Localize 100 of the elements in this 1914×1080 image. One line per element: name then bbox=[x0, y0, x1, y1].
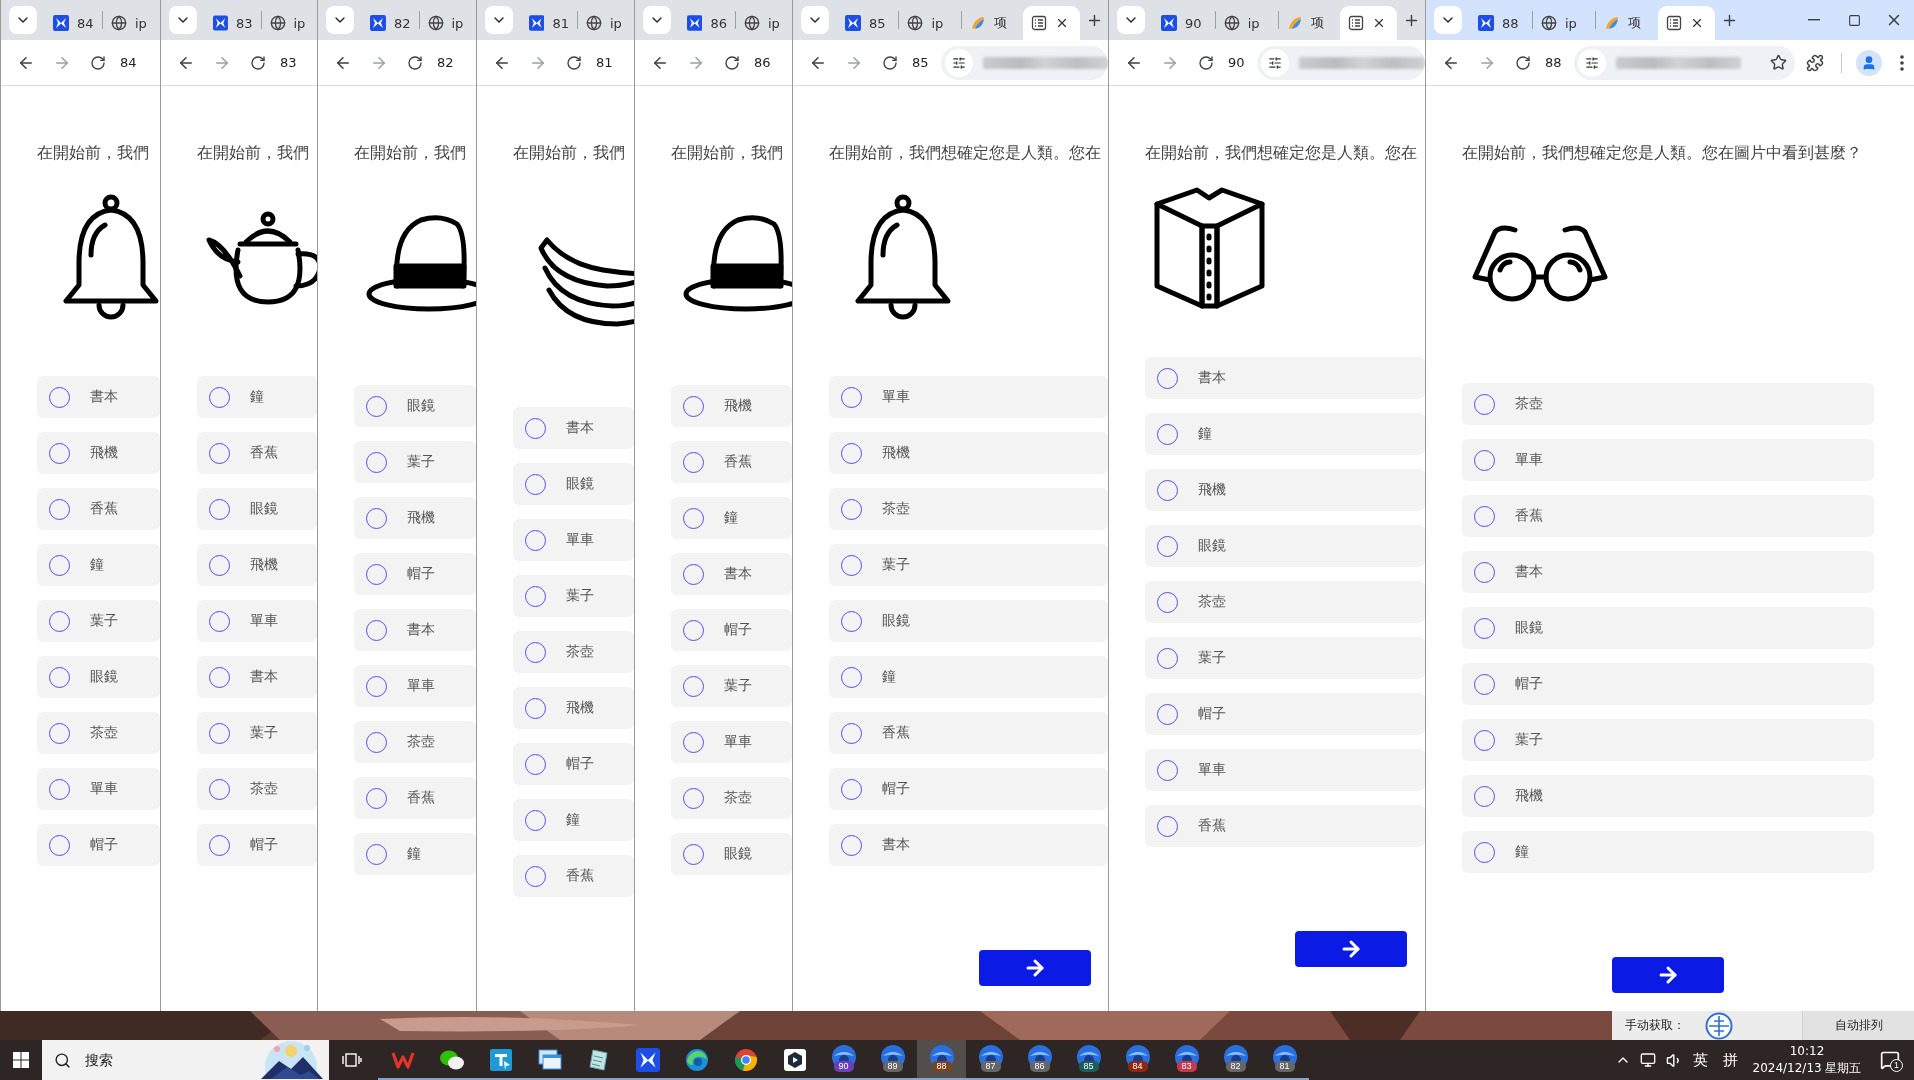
browser-profile-button[interactable]: 81 bbox=[1260, 1040, 1309, 1080]
answer-option[interactable]: 鐘 bbox=[1462, 831, 1874, 873]
browser-tab[interactable]: ip bbox=[578, 6, 634, 40]
answer-option[interactable]: 書本 bbox=[1462, 551, 1874, 593]
browser-profile-button[interactable]: 85 bbox=[1064, 1040, 1113, 1080]
answer-option[interactable]: 葉子 bbox=[1462, 719, 1874, 761]
answer-option[interactable]: 眼鏡 bbox=[1145, 525, 1425, 567]
browser-tab[interactable]: 83 bbox=[205, 6, 261, 40]
answer-option[interactable]: 單車 bbox=[1145, 749, 1425, 791]
answer-option[interactable]: 帽子 bbox=[197, 824, 317, 866]
answer-option[interactable]: 葉子 bbox=[513, 575, 634, 617]
answer-option[interactable]: 眼鏡 bbox=[671, 833, 792, 875]
browser-tab[interactable]: ip bbox=[261, 6, 317, 40]
answer-option[interactable]: 鐘 bbox=[829, 656, 1108, 698]
answer-option[interactable]: 茶壺 bbox=[671, 777, 792, 819]
answer-option[interactable]: 書本 bbox=[671, 553, 792, 595]
answer-option[interactable]: 香蕉 bbox=[197, 432, 317, 474]
arrange-button[interactable]: 自动排列 bbox=[1802, 1011, 1914, 1040]
answer-option[interactable]: 眼鏡 bbox=[354, 385, 476, 427]
tab-search-button[interactable] bbox=[1117, 6, 1145, 34]
browser-tab[interactable]: 90 bbox=[1153, 6, 1215, 40]
answer-option[interactable]: 單車 bbox=[354, 665, 476, 707]
site-info-button[interactable] bbox=[1260, 48, 1289, 77]
answer-option[interactable]: 茶壺 bbox=[354, 721, 476, 763]
browser-tab[interactable]: 86 bbox=[679, 6, 735, 40]
answer-option[interactable]: 鐘 bbox=[513, 799, 634, 841]
input-mode-button[interactable]: 拼 bbox=[1718, 1040, 1742, 1080]
answer-option[interactable]: 飛機 bbox=[354, 497, 476, 539]
answer-option[interactable]: 茶壺 bbox=[1462, 383, 1874, 425]
answer-option[interactable]: 香蕉 bbox=[1462, 495, 1874, 537]
answer-option[interactable]: 帽子 bbox=[829, 768, 1108, 810]
next-button[interactable] bbox=[1295, 931, 1407, 967]
browser-profile-button[interactable]: 86 bbox=[1015, 1040, 1064, 1080]
answer-option[interactable]: 書本 bbox=[1145, 357, 1425, 399]
browser-tab[interactable]: 81 bbox=[521, 6, 577, 40]
browser-tab[interactable]: ip bbox=[419, 6, 476, 40]
answer-option[interactable]: 茶壺 bbox=[829, 488, 1108, 530]
next-button[interactable] bbox=[979, 950, 1091, 986]
answer-option[interactable]: 鐘 bbox=[671, 497, 792, 539]
answer-option[interactable]: 葉子 bbox=[354, 441, 476, 483]
answer-option[interactable]: 眼鏡 bbox=[1462, 607, 1874, 649]
answer-option[interactable]: 飛機 bbox=[197, 544, 317, 586]
answer-option[interactable]: 葉子 bbox=[671, 665, 792, 707]
tab-search-button[interactable] bbox=[169, 6, 197, 34]
answer-option[interactable]: 帽子 bbox=[354, 553, 476, 595]
close-icon[interactable] bbox=[1690, 16, 1704, 30]
browser-tab[interactable]: 82 bbox=[362, 6, 419, 40]
answer-option[interactable]: 葉子 bbox=[197, 712, 317, 754]
answer-option[interactable]: 香蕉 bbox=[671, 441, 792, 483]
answer-option[interactable]: 茶壺 bbox=[37, 712, 160, 754]
answer-option[interactable]: 眼鏡 bbox=[513, 463, 634, 505]
tab-search-button[interactable] bbox=[801, 6, 829, 34]
browser-tab[interactable]: 项 bbox=[1278, 6, 1341, 40]
answer-option[interactable]: 單車 bbox=[513, 519, 634, 561]
answer-option[interactable]: 茶壺 bbox=[1145, 581, 1425, 623]
browser-tab[interactable]: ip bbox=[103, 6, 160, 40]
answer-option[interactable]: 書本 bbox=[513, 407, 634, 449]
answer-option[interactable]: 香蕉 bbox=[829, 712, 1108, 754]
answer-option[interactable]: 茶壺 bbox=[197, 768, 317, 810]
answer-option[interactable]: 單車 bbox=[829, 376, 1108, 418]
browser-tab[interactable] bbox=[1023, 6, 1080, 40]
site-info-button[interactable] bbox=[1577, 48, 1606, 77]
search-field[interactable]: 搜索 bbox=[83, 1051, 203, 1069]
network-icon[interactable] bbox=[1640, 1052, 1656, 1068]
answer-option[interactable]: 帽子 bbox=[1145, 693, 1425, 735]
answer-option[interactable]: 香蕉 bbox=[1145, 805, 1425, 847]
answer-option[interactable]: 飛機 bbox=[671, 385, 792, 427]
tab-search-button[interactable] bbox=[643, 6, 671, 34]
answer-option[interactable]: 茶壺 bbox=[513, 631, 634, 673]
tab-search-button[interactable] bbox=[326, 6, 354, 34]
browser-profile-button[interactable]: 82 bbox=[1211, 1040, 1260, 1080]
answer-option[interactable]: 帽子 bbox=[513, 743, 634, 785]
browser-tab[interactable]: 84 bbox=[45, 6, 102, 40]
answer-option[interactable]: 書本 bbox=[829, 824, 1108, 866]
browser-tab[interactable]: 85 bbox=[837, 6, 899, 40]
answer-option[interactable]: 飛機 bbox=[513, 687, 634, 729]
answer-option[interactable]: 單車 bbox=[671, 721, 792, 763]
tab-search-button[interactable] bbox=[485, 6, 513, 34]
answer-option[interactable]: 書本 bbox=[37, 376, 160, 418]
browser-tab[interactable] bbox=[1658, 6, 1715, 40]
answer-option[interactable]: 飛機 bbox=[829, 432, 1108, 474]
crosshair-icon[interactable] bbox=[1705, 1011, 1733, 1040]
answer-option[interactable]: 葉子 bbox=[829, 544, 1108, 586]
answer-option[interactable]: 葉子 bbox=[1145, 637, 1425, 679]
answer-option[interactable]: 鐘 bbox=[197, 376, 317, 418]
answer-option[interactable]: 帽子 bbox=[37, 824, 160, 866]
answer-option[interactable]: 帽子 bbox=[1462, 663, 1874, 705]
tab-search-button[interactable] bbox=[1434, 6, 1462, 34]
browser-profile-button[interactable]: 88 bbox=[917, 1040, 966, 1080]
browser-profile-button[interactable]: 84 bbox=[1113, 1040, 1162, 1080]
answer-option[interactable]: 眼鏡 bbox=[829, 600, 1108, 642]
browser-tab[interactable]: 项 bbox=[961, 6, 1024, 40]
answer-option[interactable]: 飛機 bbox=[1145, 469, 1425, 511]
answer-option[interactable]: 單車 bbox=[197, 600, 317, 642]
browser-profile-button[interactable]: 87 bbox=[966, 1040, 1015, 1080]
browser-tab[interactable]: 项 bbox=[1596, 6, 1658, 40]
profile-button[interactable] bbox=[1856, 49, 1882, 76]
input-language-button[interactable]: 英 bbox=[1688, 1040, 1712, 1080]
answer-option[interactable]: 鐘 bbox=[1145, 413, 1425, 455]
answer-option[interactable]: 香蕉 bbox=[37, 488, 160, 530]
